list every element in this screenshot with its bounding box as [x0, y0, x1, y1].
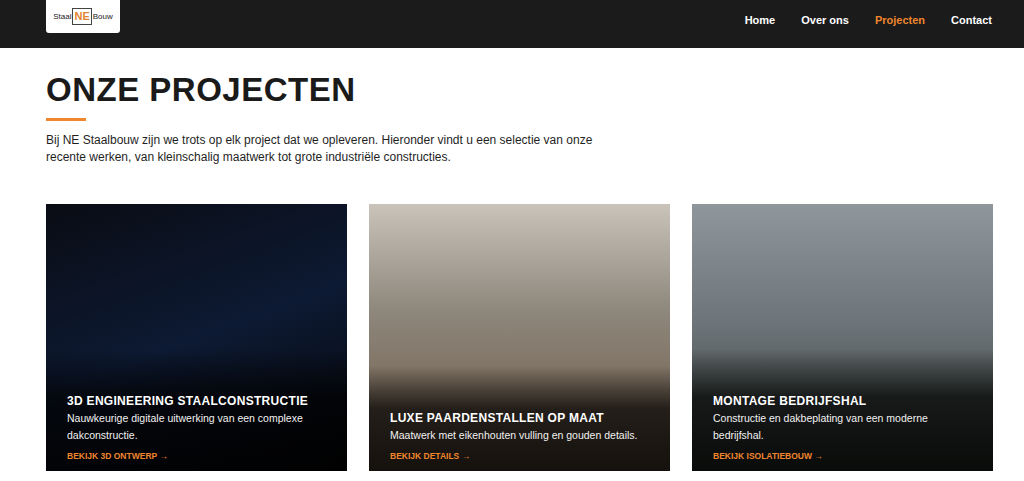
- card-text: MONTAGE BEDRIJFSHAL Constructie en dakbe…: [692, 349, 993, 471]
- main-nav: Home Over ons Projecten Contact: [745, 0, 992, 40]
- project-grid: 3D ENGINEERING STAALCONSTRUCTIE Nauwkeur…: [46, 204, 992, 471]
- nav-item[interactable]: Home: [745, 14, 776, 26]
- top-bar: Staal NE Bouw Home Over ons Projecten Conta…: [0, 0, 1024, 48]
- nav-item[interactable]: Over ons: [801, 14, 849, 26]
- card-link[interactable]: BEKIJK DETAILS →: [390, 450, 652, 462]
- page: Staal NE Bouw Home Over ons Projecten Conta…: [0, 0, 1024, 481]
- card-title: MONTAGE BEDRIJFSHAL: [713, 393, 975, 409]
- card-link[interactable]: BEKIJK 3D ONTWERP →: [67, 450, 329, 462]
- nav-item[interactable]: Contact: [951, 14, 992, 26]
- card-description: Constructie en dakbeplating van een mode…: [713, 410, 975, 444]
- card-link[interactable]: BEKIJK ISOLATIEBOUW →: [713, 450, 975, 462]
- card-title: 3D ENGINEERING STAALCONSTRUCTIE: [67, 393, 329, 409]
- logo-left-text: Staal: [53, 12, 71, 21]
- intro-text: Bij NE Staalbouw zijn we trots op elk pr…: [46, 132, 606, 166]
- logo-right-text: Bouw: [93, 12, 113, 21]
- logo[interactable]: Staal NE Bouw: [46, 0, 120, 33]
- project-card[interactable]: MONTAGE BEDRIJFSHAL Constructie en dakbe…: [692, 204, 993, 471]
- card-text: LUXE PAARDENSTALLEN OP MAAT Maatwerk met…: [369, 366, 670, 471]
- project-card[interactable]: LUXE PAARDENSTALLEN OP MAAT Maatwerk met…: [369, 204, 670, 471]
- nav-item[interactable]: Projecten: [875, 14, 925, 26]
- project-card[interactable]: 3D ENGINEERING STAALCONSTRUCTIE Nauwkeur…: [46, 204, 347, 471]
- card-title: LUXE PAARDENSTALLEN OP MAAT: [390, 410, 652, 426]
- projects-section: ONZE PROJECTEN Bij NE Staalbouw zijn we …: [0, 48, 1024, 471]
- title-underline: [46, 118, 86, 121]
- card-text: 3D ENGINEERING STAALCONSTRUCTIE Nauwkeur…: [46, 349, 347, 471]
- logo-mark: NE: [72, 8, 91, 25]
- card-description: Nauwkeurige digitale uitwerking van een …: [67, 410, 329, 444]
- page-title: ONZE PROJECTEN: [46, 70, 992, 110]
- card-description: Maatwerk met eikenhouten vulling en goud…: [390, 427, 652, 444]
